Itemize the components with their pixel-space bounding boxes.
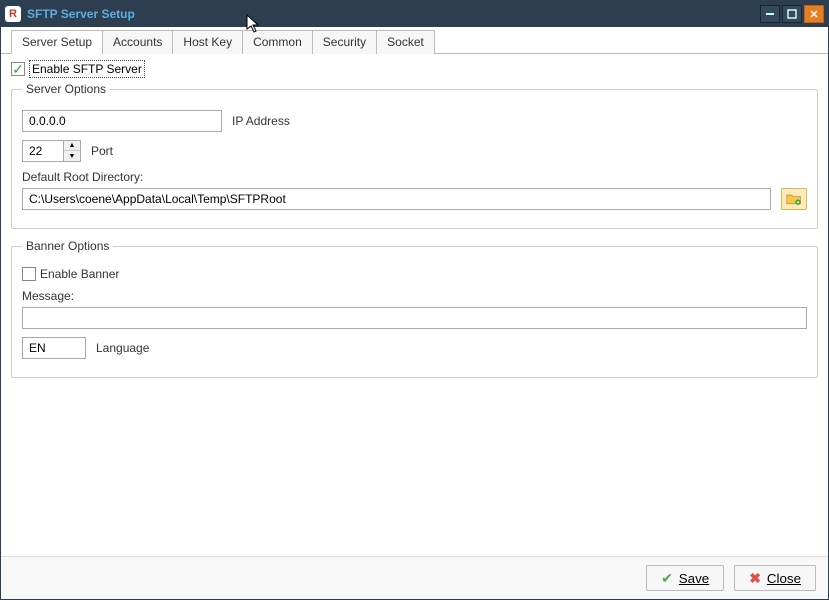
ip-address-input[interactable] [22,110,222,132]
close-window-button[interactable] [804,5,824,23]
window-title: SFTP Server Setup [27,7,760,21]
tab-host-key[interactable]: Host Key [172,30,243,54]
enable-banner-row[interactable]: ✓ Enable Banner [22,267,119,281]
enable-sftp-checkbox[interactable]: ✓ [11,62,25,76]
window-controls [760,5,824,23]
folder-icon [786,192,802,206]
close-button-label: Close [767,571,801,586]
footer: ✔ Save ✖ Close [1,556,828,599]
enable-sftp-row[interactable]: ✓ Enable SFTP Server [11,60,818,78]
banner-options-legend: Banner Options [22,239,113,253]
enable-banner-label: Enable Banner [40,267,119,281]
banner-options-group: Banner Options ✓ Enable Banner Message: … [11,239,818,378]
language-input[interactable] [22,337,86,359]
window-root: R SFTP Server Setup Server Setup Account… [0,0,829,600]
save-button-label: Save [679,571,709,586]
check-icon: ✔ [661,570,673,587]
port-label: Port [91,144,113,158]
minimize-button[interactable] [760,5,780,23]
port-spinner[interactable]: ▲ ▼ [22,140,81,162]
tab-bar: Server Setup Accounts Host Key Common Se… [1,29,828,54]
minimize-icon [765,9,775,19]
ip-address-label: IP Address [232,114,290,128]
close-icon [809,9,819,19]
browse-folder-button[interactable] [781,188,807,210]
server-options-legend: Server Options [22,82,110,96]
port-up-button[interactable]: ▲ [64,141,80,151]
root-dir-label: Default Root Directory: [22,170,143,184]
port-input[interactable] [23,141,63,161]
tab-accounts[interactable]: Accounts [102,30,173,54]
language-label: Language [96,341,149,355]
server-options-group: Server Options IP Address ▲ ▼ Port [11,82,818,229]
content-area: Server Setup Accounts Host Key Common Se… [1,27,828,599]
enable-banner-checkbox[interactable]: ✓ [22,267,36,281]
x-icon: ✖ [749,570,761,587]
close-button[interactable]: ✖ Close [734,565,816,591]
tab-common[interactable]: Common [242,30,313,54]
app-icon: R [5,6,21,22]
save-button[interactable]: ✔ Save [646,565,724,591]
tab-security[interactable]: Security [312,30,377,54]
tab-server-setup[interactable]: Server Setup [11,30,103,54]
port-down-button[interactable]: ▼ [64,151,80,161]
maximize-button[interactable] [782,5,802,23]
root-dir-input[interactable] [22,188,771,210]
maximize-icon [787,9,797,19]
enable-sftp-label: Enable SFTP Server [29,60,145,78]
tab-panel-server-setup: ✓ Enable SFTP Server Server Options IP A… [1,54,828,556]
tab-socket[interactable]: Socket [376,30,435,54]
message-label: Message: [22,289,74,303]
message-input[interactable] [22,307,807,329]
titlebar[interactable]: R SFTP Server Setup [1,1,828,27]
